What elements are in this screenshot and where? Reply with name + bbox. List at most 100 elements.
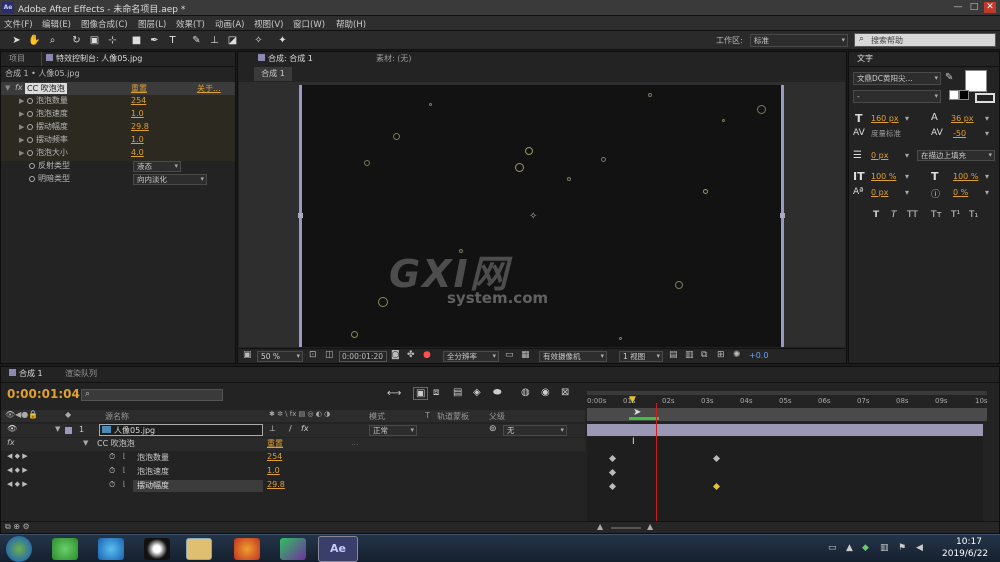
- layer-row[interactable]: 👁 ▼ 1 人像05.jpg ⊥ / fx 正常 ⊚ 无: [1, 424, 585, 437]
- roto-tool-icon[interactable]: ✧: [252, 34, 265, 47]
- font-family-select[interactable]: 文鼎DC黄阳尖...: [853, 72, 941, 85]
- keyframe-nav-icon[interactable]: ◀ ◆ ▶: [7, 452, 28, 460]
- eye-icon[interactable]: 👁: [7, 424, 17, 433]
- superscript-button[interactable]: T¹: [951, 210, 960, 220]
- tab-effect-controls[interactable]: 特效控制台: 人像05.jpg: [41, 52, 146, 66]
- faux-italic-button[interactable]: T: [891, 210, 897, 220]
- zoom-out-icon[interactable]: ▲: [597, 522, 603, 531]
- prop-value-wobble-freq[interactable]: 1.0: [131, 134, 144, 146]
- prop-value[interactable]: 254: [267, 452, 282, 461]
- playhead-line[interactable]: [656, 403, 657, 521]
- time-ruler[interactable]: 0:00s 01s 02s 03s 04s 05s 06s 07s 08s 09…: [587, 387, 988, 421]
- stroke-width-dropdown[interactable]: ▾: [905, 151, 909, 160]
- keyframe-nav-icon[interactable]: ◀ ◆ ▶: [7, 466, 28, 474]
- draft-3d-icon[interactable]: ▣: [413, 387, 429, 400]
- reflection-type-select[interactable]: 液态: [133, 161, 181, 172]
- tsume-value[interactable]: 0 %: [953, 188, 968, 197]
- white-swatch[interactable]: [949, 90, 959, 100]
- tab-footage[interactable]: 素材: (无): [372, 52, 415, 66]
- anchor-point-icon[interactable]: ✧: [529, 211, 537, 222]
- comp-chip[interactable]: 合成 1: [254, 67, 292, 81]
- zoom-slider[interactable]: [611, 527, 641, 529]
- tracking-dropdown[interactable]: ▾: [985, 129, 989, 138]
- vertical-scale-dropdown[interactable]: ▾: [905, 172, 909, 181]
- zoom-tool-icon[interactable]: ⌕: [46, 34, 59, 47]
- close-icon[interactable]: ✕: [984, 2, 996, 13]
- baseline-shift-value[interactable]: 0 px: [871, 188, 888, 197]
- eyedropper-icon[interactable]: ✎: [945, 72, 953, 83]
- stroke-color-swatch[interactable]: [975, 93, 995, 103]
- prop-row-bubble-speed[interactable]: ◀ ◆ ▶ ⏱ ⌊ 泡泡速度 1.0: [1, 466, 585, 479]
- prop-value-bubble-size[interactable]: 4.0: [131, 147, 144, 159]
- motion-blur-icon[interactable]: ◈: [473, 387, 481, 398]
- horizontal-scale-value[interactable]: 100 %: [953, 172, 978, 181]
- font-style-select[interactable]: -: [853, 90, 941, 103]
- tab-composition[interactable]: 合成: 合成 1: [254, 52, 317, 66]
- timeline-timecode[interactable]: 0:00:01:04: [7, 387, 80, 401]
- tab-project[interactable]: 项目: [5, 52, 29, 66]
- all-caps-button[interactable]: TT: [907, 210, 918, 220]
- effect-row[interactable]: fx ▼ CC 吹泡泡 重置 ...: [1, 438, 585, 451]
- help-search-input[interactable]: ⌕ 搜索帮助: [854, 33, 996, 47]
- safe-zones-icon[interactable]: ⊡: [309, 350, 317, 360]
- tsume-dropdown[interactable]: ▾: [985, 188, 989, 197]
- flowchart-icon[interactable]: ⊞: [717, 350, 725, 360]
- tab-character[interactable]: 文字: [853, 52, 877, 66]
- comp-viewer[interactable]: ✧ GXI网 system.com: [298, 85, 785, 347]
- stopwatch-icon[interactable]: ⏱: [109, 480, 115, 490]
- channel-icon[interactable]: ●: [423, 350, 431, 360]
- resolution-select[interactable]: 全分辨率: [443, 351, 499, 362]
- eraser-tool-icon[interactable]: ◪: [226, 34, 239, 47]
- toggle-pixel-icon[interactable]: ▤: [669, 350, 678, 360]
- show-snapshot-icon[interactable]: ✤: [407, 350, 415, 360]
- live-update-icon[interactable]: ⊠: [561, 387, 569, 398]
- menu-view[interactable]: 视图(V): [254, 18, 283, 30]
- font-size-dropdown[interactable]: ▾: [905, 114, 909, 123]
- menu-window[interactable]: 窗口(W): [293, 18, 325, 30]
- rotate-tool-icon[interactable]: ↻: [70, 34, 83, 47]
- transparency-grid-icon[interactable]: ▦: [521, 350, 530, 360]
- effect-twirl-icon[interactable]: ▼: [83, 439, 88, 447]
- fast-preview-icon[interactable]: ▥: [685, 350, 694, 360]
- zoom-select[interactable]: 50 %: [257, 351, 303, 362]
- taskbar-explorer-icon[interactable]: [186, 538, 212, 560]
- prop-value[interactable]: 29.8: [267, 480, 285, 489]
- taskbar-ie-icon[interactable]: [98, 538, 124, 560]
- layer-duration-bar[interactable]: [587, 424, 983, 436]
- quality-switch-icon[interactable]: /: [289, 424, 292, 433]
- blend-mode-select[interactable]: 正常: [369, 425, 417, 436]
- region-of-interest-icon[interactable]: ▭: [505, 350, 514, 360]
- horizontal-scale-dropdown[interactable]: ▾: [985, 172, 989, 181]
- text-tool-icon[interactable]: T: [166, 34, 179, 47]
- snapshot-icon[interactable]: ◙: [391, 350, 400, 360]
- frame-blending-icon[interactable]: ▤: [453, 387, 462, 398]
- footer-switches-icon[interactable]: ⧉ ⊕ ⚙: [5, 522, 30, 532]
- brush-tool-icon[interactable]: ✎: [190, 34, 203, 47]
- taskbar-media-icon[interactable]: [280, 538, 306, 560]
- fill-color-swatch[interactable]: [965, 70, 987, 92]
- comp-mini-flowchart-icon[interactable]: ⟷: [387, 388, 401, 399]
- menu-file[interactable]: 文件(F): [4, 18, 33, 30]
- prop-row-wobble-amp[interactable]: ◀ ◆ ▶ ⏱ ⌊ 摆动幅度 29.8: [1, 480, 585, 493]
- select-tool-icon[interactable]: ➤: [10, 34, 23, 47]
- camera-tool-icon[interactable]: ▣: [88, 34, 101, 47]
- parent-select[interactable]: 无: [503, 425, 567, 436]
- tray-flag-icon[interactable]: ⚑: [898, 543, 906, 553]
- start-button[interactable]: [6, 536, 32, 562]
- exposure-reset-icon[interactable]: ✺: [733, 350, 741, 360]
- black-swatch[interactable]: [959, 90, 969, 100]
- menu-edit[interactable]: 编辑(E): [42, 18, 71, 30]
- hide-shy-icon[interactable]: ⧈: [433, 387, 439, 398]
- timeline-search-input[interactable]: ⌕: [81, 389, 223, 401]
- effect-switch-icon[interactable]: fx: [301, 424, 309, 433]
- keyframe-nav-icon[interactable]: ◀ ◆ ▶: [7, 480, 28, 488]
- tracking-value[interactable]: -50: [953, 129, 966, 138]
- prop-value-bubble-speed[interactable]: 1.0: [131, 108, 144, 120]
- graph-icon[interactable]: ⌊: [123, 480, 126, 488]
- camera-select[interactable]: 有效摄像机: [539, 351, 607, 362]
- minimize-icon[interactable]: —: [952, 2, 964, 13]
- small-caps-button[interactable]: Tт: [931, 210, 942, 220]
- leading-value[interactable]: 36 px: [951, 114, 974, 123]
- clock-time[interactable]: 10:17: [956, 537, 982, 547]
- effect-reset-link[interactable]: 重置: [267, 438, 283, 449]
